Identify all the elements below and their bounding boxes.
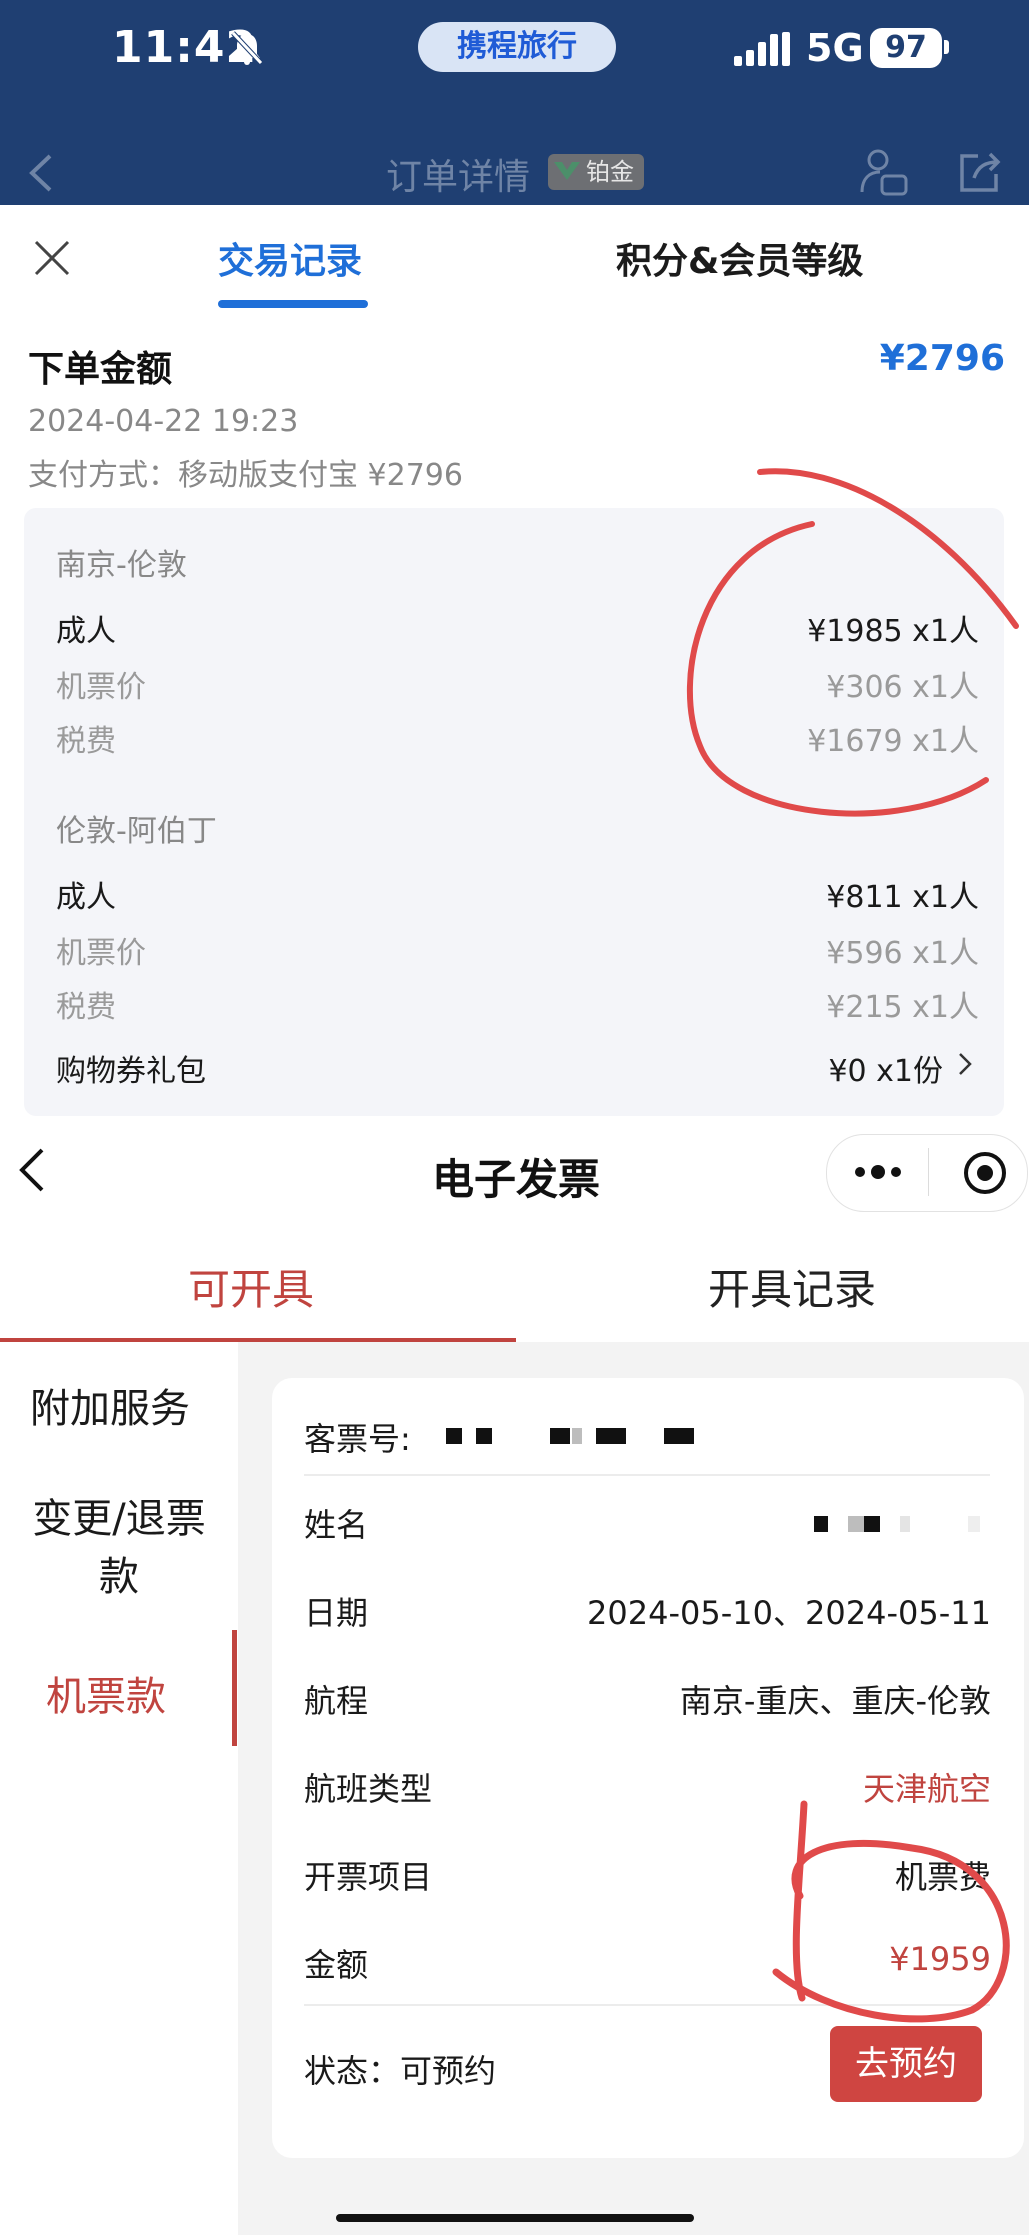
back-chevron-icon[interactable]	[16, 1146, 46, 1194]
book-button[interactable]: 去预约	[830, 2026, 982, 2102]
sidebar-item-addon-services[interactable]: 附加服务	[30, 1376, 190, 1434]
route-label: 航程	[304, 1682, 369, 1720]
fare-row-label: 成人	[56, 880, 116, 915]
vip-chevron-icon	[554, 162, 580, 180]
ticket-number-label: 客票号:	[304, 1420, 411, 1458]
battery-indicator: 97	[870, 28, 942, 68]
fare-row-label: 税费	[56, 990, 116, 1025]
customer-service-icon[interactable]	[858, 146, 910, 198]
signal-icon	[734, 32, 790, 66]
active-tab-indicator	[218, 300, 368, 308]
capsule-divider	[928, 1148, 929, 1196]
invoice-item-label: 开票项目	[304, 1858, 433, 1896]
sidebar-item-ticket-fare[interactable]: 机票款	[46, 1664, 166, 1722]
tab-points-membership[interactable]: 积分&会员等级	[616, 232, 863, 284]
back-chevron-icon[interactable]	[26, 152, 56, 194]
order-amount-label: 下单金额	[28, 349, 173, 390]
tab-issue-records[interactable]: 开具记录	[708, 1256, 876, 1317]
segment-route: 南京-伦敦	[56, 548, 187, 583]
share-icon[interactable]	[956, 148, 1004, 196]
fare-row-value: ¥1985 x1人	[807, 614, 979, 649]
sidebar-active-indicator	[232, 1630, 237, 1746]
fare-row-value: ¥1679 x1人	[807, 724, 979, 759]
fare-row-value: ¥596 x1人	[826, 936, 979, 971]
order-date: 2024-04-22 19:23	[28, 404, 299, 439]
sidebar-item-change-refund[interactable]: 变更/退票款	[14, 1490, 224, 1606]
close-miniprogram-icon[interactable]	[960, 1148, 1010, 1198]
status-text: 状态：可预约	[304, 2052, 497, 2090]
segment-route: 伦敦-阿伯丁	[56, 814, 217, 849]
home-indicator	[336, 2214, 694, 2222]
ticket-number-redacted	[440, 1424, 700, 1450]
route-value: 南京-重庆、重庆-伦敦	[679, 1682, 991, 1720]
tab-transaction-records[interactable]: 交易记录	[218, 232, 362, 284]
fare-row-value: ¥215 x1人	[826, 990, 979, 1025]
fare-row-label: 成人	[56, 614, 116, 649]
fare-row-value: ¥306 x1人	[826, 670, 979, 705]
name-label: 姓名	[304, 1506, 369, 1544]
fare-row-label: 机票价	[56, 936, 146, 971]
amount-label: 金额	[304, 1946, 369, 1984]
order-detail-title: 订单详情	[386, 157, 531, 198]
ctrip-brand-pill[interactable]: 携程旅行	[418, 22, 616, 72]
order-amount-value: ¥2796	[879, 338, 1005, 379]
date-label: 日期	[304, 1594, 369, 1632]
fare-row-label: 税费	[56, 724, 116, 759]
flight-type-value: 天津航空	[862, 1770, 991, 1808]
battery-tip	[944, 40, 949, 54]
flight-type-label: 航班类型	[304, 1770, 433, 1808]
fare-row-label: 机票价	[56, 670, 146, 705]
date-value: 2024-05-10、2024-05-11	[587, 1594, 991, 1632]
invoice-item-value: 机票费	[894, 1858, 991, 1896]
network-type: 5G	[806, 26, 864, 70]
more-icon[interactable]	[850, 1148, 906, 1196]
payment-method: 支付方式：移动版支付宝 ¥2796	[28, 458, 463, 493]
name-redacted	[808, 1512, 988, 1538]
chevron-right-icon[interactable]	[958, 1052, 972, 1076]
invoice-page-title: 电子发票	[432, 1155, 601, 1204]
fare-row-value: ¥811 x1人	[826, 880, 979, 915]
invoice-sidebar	[0, 1342, 238, 2235]
coupon-label[interactable]: 购物券礼包	[56, 1046, 206, 1090]
divider	[304, 2004, 990, 2006]
coupon-value[interactable]: ¥0 x1份	[828, 1046, 943, 1090]
amount-value: ¥1959	[889, 1940, 991, 1978]
divider	[304, 1474, 990, 1476]
bell-muted-icon	[231, 31, 263, 65]
close-icon[interactable]	[32, 238, 72, 278]
tab-issuable[interactable]: 可开具	[188, 1256, 314, 1317]
